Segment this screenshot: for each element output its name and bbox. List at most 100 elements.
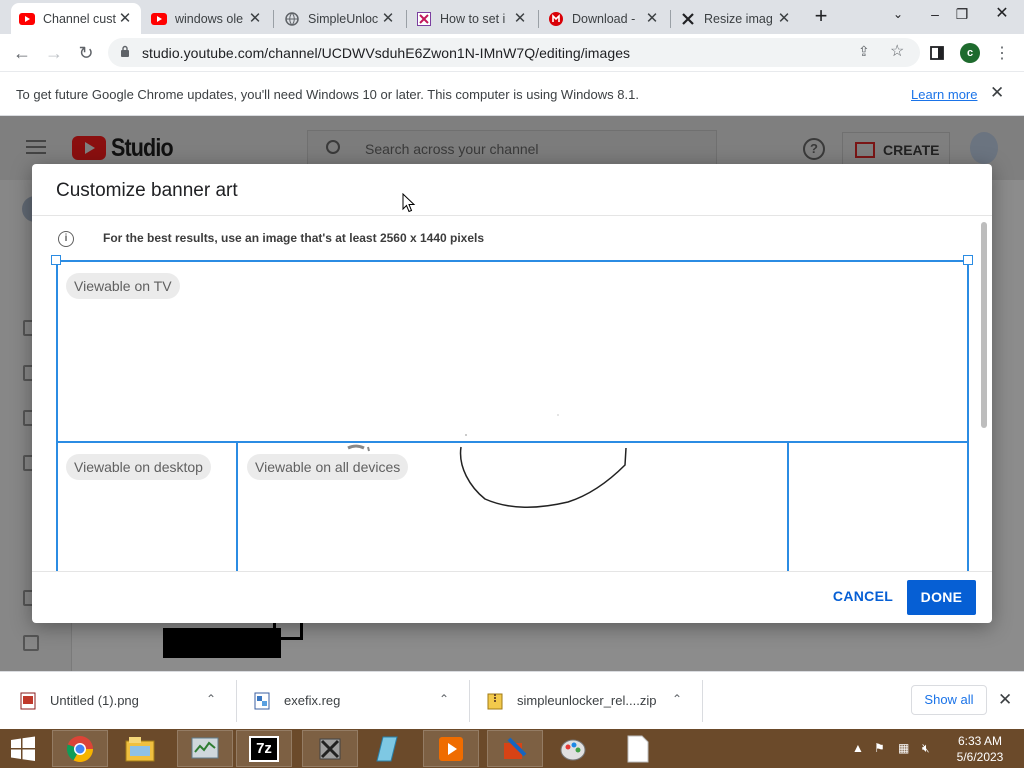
- chrome-update-infobar: To get future Google Chrome updates, you…: [0, 71, 1024, 116]
- create-button[interactable]: CREATE: [842, 132, 950, 168]
- info-icon: i: [58, 231, 74, 247]
- cancel-button[interactable]: CANCEL: [827, 584, 899, 620]
- customize-banner-dialog: Customize banner art i For the best resu…: [32, 164, 992, 623]
- dialog-footer-divider: [32, 571, 992, 572]
- studio-search-input[interactable]: Search across your channel: [307, 130, 717, 166]
- tab-separator: [273, 10, 274, 28]
- taskbar-clock[interactable]: 6:33 AM 5/6/2023: [950, 733, 1010, 765]
- download-options-chevron-icon[interactable]: ⌃: [206, 692, 216, 706]
- tray-volume-muted-icon[interactable]: 🔇︎: [922, 741, 930, 756]
- tab-separator: [406, 10, 407, 28]
- feedback-icon[interactable]: [23, 635, 39, 651]
- download-item-untitled-png[interactable]: Untitled (1).png ⌃: [20, 672, 235, 729]
- tab-search-chevron-icon[interactable]: ⌄: [880, 0, 916, 30]
- download-separator: [236, 680, 237, 722]
- taskbar-media-player-icon[interactable]: [423, 730, 479, 767]
- download-shelf: Untitled (1).png ⌃ exefix.reg ⌃ simpleun…: [0, 671, 1024, 729]
- banner-crop-area[interactable]: Viewable on TV Viewable on desktop Viewa…: [56, 260, 969, 572]
- taskbar-paint-icon[interactable]: [545, 730, 601, 767]
- tab-close-icon[interactable]: ✕: [512, 10, 528, 27]
- taskbar-tools-icon[interactable]: [302, 730, 358, 767]
- tv-region-bottom-line: [58, 441, 967, 443]
- tab-channel-customization[interactable]: Channel cust ✕: [11, 3, 141, 34]
- new-tab-icon[interactable]: +: [803, 0, 839, 30]
- registry-file-icon: [254, 692, 270, 709]
- search-icon: [326, 140, 340, 154]
- windows-taskbar: 7z ▲ ⚑ ▦ 🔇︎ 6:33 AM 5/6/2023: [0, 729, 1024, 768]
- share-icon[interactable]: ⇪: [858, 43, 870, 60]
- forward-icon[interactable]: →: [40, 39, 68, 67]
- globe-icon: [284, 11, 300, 27]
- taskbar-blank-document-icon[interactable]: [610, 730, 666, 767]
- download-shelf-close-icon[interactable]: ✕: [998, 690, 1012, 710]
- tab-windows-ole[interactable]: windows ole ✕: [143, 3, 271, 34]
- restore-icon[interactable]: ❐: [944, 0, 980, 30]
- laptop-illustration: [163, 628, 281, 658]
- back-icon[interactable]: ←: [8, 39, 36, 67]
- show-all-downloads-button[interactable]: Show all: [911, 685, 987, 715]
- download-item-simpleunlocker-zip[interactable]: simpleunlocker_rel....zip ⌃: [487, 672, 702, 729]
- mouse-cursor-icon: [402, 193, 416, 213]
- tray-show-hidden-icon[interactable]: ▲: [852, 741, 864, 755]
- learn-more-link[interactable]: Learn more: [911, 87, 977, 102]
- tab-close-icon[interactable]: ✕: [247, 10, 263, 27]
- tab-separator: [538, 10, 539, 28]
- dialog-divider: [32, 215, 992, 216]
- studio-logo-text: Studio: [111, 134, 174, 162]
- tab-close-icon[interactable]: ✕: [117, 10, 133, 27]
- image-file-icon: [20, 692, 36, 709]
- download-options-chevron-icon[interactable]: ⌃: [672, 692, 682, 706]
- side-panel-icon[interactable]: [923, 39, 951, 67]
- hamburger-menu-icon[interactable]: [26, 140, 46, 154]
- tab-how-to-set[interactable]: How to set i ✕: [408, 3, 536, 34]
- bookmark-star-icon[interactable]: ☆: [890, 41, 904, 61]
- tab-resize-image[interactable]: Resize imag ✕: [672, 3, 800, 34]
- search-placeholder: Search across your channel: [365, 141, 539, 157]
- lock-icon: [120, 45, 130, 63]
- window-close-icon[interactable]: ✕: [984, 0, 1020, 30]
- tray-network-icon[interactable]: ▦: [898, 741, 909, 755]
- download-item-exefix-reg[interactable]: exefix.reg ⌃: [254, 672, 469, 729]
- taskbar-file-explorer-icon[interactable]: [112, 730, 168, 767]
- tab-simpleunlocker[interactable]: SimpleUnloc ✕: [276, 3, 404, 34]
- download-options-chevron-icon[interactable]: ⌃: [439, 692, 449, 706]
- tab-separator: [670, 10, 671, 28]
- tab-strip: Channel cust ✕ windows ole ✕ SimpleUnloc…: [0, 0, 1024, 34]
- account-avatar[interactable]: [970, 132, 998, 164]
- dialog-scrollbar-thumb[interactable]: [981, 222, 987, 428]
- tab-close-icon[interactable]: ✕: [776, 10, 792, 27]
- viewable-on-all-devices-label: Viewable on all devices: [247, 454, 409, 480]
- done-button[interactable]: DONE: [907, 580, 976, 615]
- taskbar-task-manager-icon[interactable]: [177, 730, 233, 767]
- create-video-icon: [855, 142, 875, 158]
- viewable-on-desktop-label: Viewable on desktop: [66, 454, 211, 480]
- infobar-close-icon[interactable]: ✕: [990, 83, 1004, 103]
- tab-close-icon[interactable]: ✕: [644, 10, 660, 27]
- taskbar-7zip-icon[interactable]: 7z: [236, 730, 292, 767]
- desktop-region-divider-left: [236, 441, 238, 572]
- desktop-region-divider-right: [787, 441, 789, 572]
- chrome-menu-icon[interactable]: ⋮: [988, 39, 1016, 67]
- help-icon[interactable]: ?: [803, 138, 825, 160]
- taskbar-chrome-icon[interactable]: [52, 730, 108, 767]
- tray-action-center-flag-icon[interactable]: ⚑: [874, 741, 885, 755]
- banner-image: [347, 414, 627, 508]
- taskbar-paint-brush-icon[interactable]: [487, 730, 543, 767]
- crop-handle-top-left[interactable]: [51, 255, 61, 265]
- reload-icon[interactable]: ↻: [72, 39, 100, 67]
- image-size-hint: For the best results, use an image that'…: [103, 231, 485, 245]
- youtube-icon: [19, 11, 35, 27]
- taskbar-notepad-icon[interactable]: [358, 730, 414, 767]
- dialog-title: Customize banner art: [56, 180, 238, 201]
- tab-download[interactable]: Download - ✕: [540, 3, 668, 34]
- crop-right-edge: [967, 262, 969, 572]
- url-text[interactable]: studio.youtube.com/channel/UCDWVsduhE6Zw…: [142, 45, 630, 61]
- tab-close-icon[interactable]: ✕: [380, 10, 396, 27]
- windows-start-icon[interactable]: [0, 730, 46, 767]
- zip-file-icon: [487, 693, 503, 709]
- crop-handle-top-right[interactable]: [963, 255, 973, 265]
- profile-avatar[interactable]: c: [956, 39, 984, 67]
- viewable-on-tv-label: Viewable on TV: [66, 273, 180, 299]
- address-bar[interactable]: studio.youtube.com/channel/UCDWVsduhE6Zw…: [108, 38, 920, 67]
- download-separator: [469, 680, 470, 722]
